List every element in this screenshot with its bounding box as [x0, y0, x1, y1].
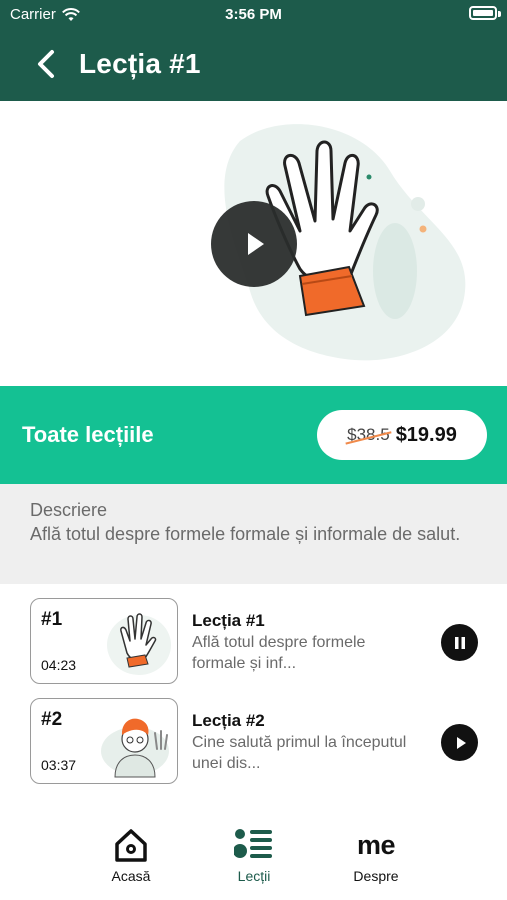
description-section: Descriere Află totul despre formele form…: [0, 484, 507, 584]
lesson-title: Lecția #2: [192, 711, 265, 730]
play-video-button[interactable]: [211, 201, 297, 287]
back-button[interactable]: [28, 46, 64, 82]
all-lessons-label: Toate lecțiile: [22, 422, 154, 447]
battery-icon: [469, 6, 497, 20]
play-button[interactable]: [441, 724, 478, 761]
tab-lessons-label: Lecții: [237, 868, 271, 884]
greeting-person-thumbnail: [101, 718, 169, 778]
tab-lessons[interactable]: Lecții: [199, 824, 309, 894]
pause-button[interactable]: [441, 624, 478, 661]
status-bar: Carrier 3:56 PM: [0, 0, 507, 30]
lesson-subtitle: Cine salută primul la începutul unei dis…: [192, 734, 407, 772]
lesson-number: #2: [41, 709, 63, 730]
lesson-video-preview[interactable]: [0, 101, 507, 386]
lesson-title: Lecția #1: [192, 611, 265, 630]
status-time: 3:56 PM: [225, 6, 282, 23]
tab-home[interactable]: Acasă: [76, 824, 186, 894]
buy-all-button[interactable]: $38.5 $19.99: [317, 410, 487, 460]
tab-about[interactable]: me Despre: [321, 824, 431, 894]
description-text: Află totul despre formele formale și inf…: [30, 524, 461, 544]
description-heading: Descriere: [30, 500, 108, 520]
me-icon: me: [356, 829, 396, 860]
home-icon: [115, 829, 147, 862]
list-icon: [234, 829, 272, 858]
waving-hand-thumbnail: [107, 613, 171, 675]
lesson-thumbnail[interactable]: #2 03:37: [30, 698, 178, 784]
lesson-duration: 03:37: [41, 757, 77, 773]
list-item[interactable]: #2 03:37 Lecția #2 Cine salută primul la…: [0, 684, 507, 784]
app-header: Carrier 3:56 PM Lecția #1: [0, 0, 507, 101]
play-icon: [248, 233, 264, 255]
bottom-tab-bar: Acasă Lecții me Despre: [0, 812, 507, 900]
page-title: Lecția #1: [79, 48, 201, 79]
tab-home-label: Acasă: [111, 868, 151, 884]
list-item[interactable]: #1 04:23 Lecția #1 Află totul despre for…: [0, 584, 507, 684]
lesson-subtitle: Află totul despre formele formale și inf…: [192, 634, 366, 672]
lesson-thumbnail[interactable]: #1 04:23: [30, 598, 178, 684]
navigation-bar: Lecția #1: [0, 36, 507, 92]
lesson-number: #1: [41, 609, 63, 630]
lesson-duration: 04:23: [41, 657, 77, 673]
tab-about-label: Despre: [353, 868, 399, 884]
play-icon: [456, 736, 466, 749]
chevron-left-icon: [38, 50, 54, 78]
new-price: $19.99: [395, 423, 457, 446]
pause-icon: [454, 636, 465, 649]
old-price: $38.5: [347, 425, 390, 444]
all-lessons-banner: Toate lecțiile $38.5 $19.99: [0, 386, 507, 484]
battery-tip: [498, 11, 501, 17]
